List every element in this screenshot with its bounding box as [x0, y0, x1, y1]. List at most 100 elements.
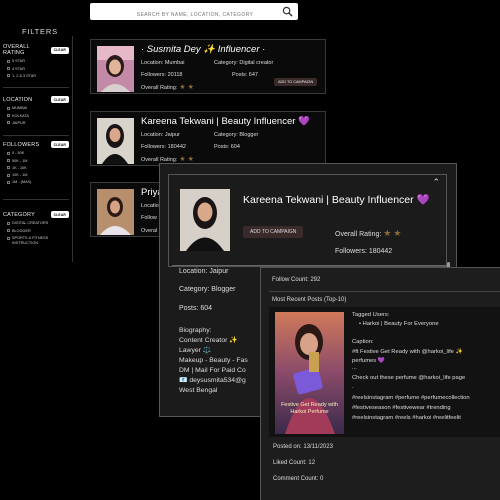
caption-line: #festiveseason #festivewear #trending — [352, 405, 451, 411]
location-text: Location: Jaipur — [141, 132, 180, 138]
star-icon: ★ — [187, 84, 194, 91]
post-image[interactable]: Festive Get Ready with Harkoi Perfume — [275, 312, 344, 434]
star-icon: ★ — [179, 156, 186, 163]
caption-line: . — [352, 384, 354, 390]
filter-option[interactable]: 1K - 10K — [7, 166, 69, 170]
checkbox-icon[interactable] — [7, 59, 10, 63]
filter-option[interactable]: JAIPUR — [7, 121, 69, 125]
tagged-users-label: Tagged Users: — [352, 312, 390, 318]
caption-line: ... — [352, 365, 357, 371]
search-bar[interactable] — [90, 3, 298, 24]
caption-line: #ft Festive Get Ready with @harkoi_life … — [352, 349, 463, 355]
caption-line: #reelsinstagram #reels #harkoi #reelitfe… — [352, 415, 461, 421]
category-text: Category: Blogger — [179, 286, 236, 293]
search-icon[interactable] — [282, 6, 293, 17]
location-text: Location: Jaipur — [179, 268, 229, 275]
followers-text: Followers: 180442 — [141, 144, 186, 150]
filter-option[interactable]: MUMBAI — [7, 106, 69, 110]
post-image-caption: Festive Get Ready with Harkoi Perfume — [281, 402, 338, 415]
influencer-name[interactable]: · Susmita Dey ✨ Influencer · — [141, 44, 265, 55]
influencer-name[interactable]: Kareena Tekwani | Beauty Influencer 💜 — [141, 116, 310, 127]
filter-divider — [3, 199, 69, 200]
overall-rating: Overall Rating: ★ ★ — [141, 156, 194, 163]
filter-title-location: LOCATION — [3, 96, 33, 103]
add-to-campaign-button[interactable]: ADD TO CAMPAIGN — [243, 226, 304, 238]
filter-option[interactable]: DIGITAL CREATORS — [7, 221, 69, 225]
overall-rating: Overall Rating: ★ ★ — [335, 228, 402, 238]
followers-text: Follow — [141, 215, 157, 221]
filter-divider — [3, 135, 69, 136]
post-item[interactable]: Festive Get Ready with Harkoi Perfume Ta… — [269, 307, 500, 437]
clear-category-button[interactable]: CLEAR — [50, 211, 69, 218]
star-icon: ★ — [179, 84, 186, 91]
checkbox-icon[interactable] — [7, 173, 10, 177]
filter-sidebar: FILTERS OVERALL RATING CLEAR 5 STAR 4 STA… — [0, 0, 72, 500]
caption-line: Check out these perfume @harkoi_life pag… — [352, 375, 466, 381]
caption-line: #reelsinstagram #perfume #perfumecollect… — [352, 395, 470, 401]
filter-title-followers: FOLLOWERS — [3, 141, 40, 148]
influencer-card[interactable]: Kareena Tekwani | Beauty Influencer 💜 Lo… — [90, 111, 326, 166]
filter-option[interactable]: 1, 2 & 3 STAR — [7, 74, 69, 78]
filter-group-location: LOCATION CLEAR MUMBAI KOLKATA JAIPUR — [3, 96, 69, 125]
avatar — [97, 46, 134, 92]
posts-text: Posts: 604 — [214, 144, 240, 150]
follow-count: Follow Count: 292 — [272, 277, 321, 283]
liked-count: Liked Count: 12 — [273, 460, 316, 466]
overall-rating: Overal — [141, 228, 158, 234]
search-input[interactable] — [90, 6, 270, 24]
profile-name: Kareena Tekwani | Beauty Influencer 💜 — [243, 194, 430, 206]
checkbox-icon[interactable] — [7, 151, 10, 155]
star-icon: ★ — [393, 228, 402, 238]
filters-title: FILTERS — [22, 27, 58, 36]
filter-option[interactable]: KOLKATA — [7, 114, 69, 118]
checkbox-icon[interactable] — [7, 166, 10, 170]
posted-on: Posted on: 13/11/2023 — [273, 444, 333, 450]
followers-text: Followers: 20118 — [141, 72, 183, 78]
tagged-user: • Harkoi | Beauty For Everyone — [359, 321, 439, 327]
checkbox-icon[interactable] — [7, 180, 10, 184]
location-text: Location: Mumbai — [141, 60, 185, 66]
filter-option[interactable]: 5 STAR — [7, 59, 69, 63]
recent-posts-title: Most Recent Posts (Top-10) — [272, 297, 347, 303]
filter-option[interactable]: 50K - 1M — [7, 159, 69, 163]
checkbox-icon[interactable] — [7, 221, 10, 225]
checkbox-icon[interactable] — [7, 74, 10, 78]
filter-divider — [3, 87, 69, 88]
checkbox-icon[interactable] — [7, 229, 10, 233]
overall-rating: Overall Rating: ★ ★ — [141, 84, 194, 91]
profile-header: ⌃ Kareena Tekwani | Beauty Influencer 💜 … — [168, 174, 447, 267]
caption-line: perfumes 💜 — [352, 358, 385, 364]
chevron-up-icon[interactable]: ⌃ — [432, 177, 440, 188]
filter-group-rating: OVERALL RATING CLEAR 5 STAR 4 STAR 1, 2 &… — [3, 44, 69, 78]
star-icon: ★ — [383, 228, 392, 238]
checkbox-icon[interactable] — [7, 121, 10, 125]
biography: Biography: Content Creator ✨ Lawyer ⚖️ M… — [179, 327, 248, 394]
filter-option[interactable]: SPORTS & FITNESS INSTRUCTION — [7, 236, 69, 246]
add-to-campaign-button[interactable]: ADD TO CAMPAIGN — [274, 78, 318, 86]
influencer-card[interactable]: · Susmita Dey ✨ Influencer · Location: M… — [90, 39, 326, 94]
caption-label: Caption: — [352, 339, 374, 345]
checkbox-icon[interactable] — [7, 106, 10, 110]
star-icon: ★ — [187, 156, 194, 163]
clear-rating-button[interactable]: CLEAR — [50, 46, 69, 54]
clear-location-button[interactable]: CLEAR — [50, 96, 69, 103]
filter-option[interactable]: BLOGGER — [7, 229, 69, 233]
checkbox-icon[interactable] — [7, 114, 10, 118]
checkbox-icon[interactable] — [7, 236, 10, 240]
filter-title-category: CATEGORY — [3, 211, 35, 218]
filter-option[interactable]: 4 STAR — [7, 67, 69, 71]
filter-title-rating: OVERALL RATING — [3, 44, 30, 56]
filter-option[interactable]: 0 - 50K — [7, 151, 69, 155]
posts-panel: Follow Count: 292 Most Recent Posts (Top… — [260, 267, 500, 500]
divider — [172, 265, 447, 266]
filter-option[interactable]: 10K - 1M — [7, 173, 69, 177]
posts-text: Posts: 604 — [179, 305, 213, 312]
checkbox-icon[interactable] — [7, 159, 10, 163]
filter-option[interactable]: 1M - (MAX) — [7, 180, 69, 184]
divider — [269, 291, 500, 292]
avatar — [97, 189, 134, 235]
filter-group-category: CATEGORY CLEAR DIGITAL CREATORS BLOGGER S… — [3, 211, 69, 246]
checkbox-icon[interactable] — [7, 67, 10, 71]
clear-followers-button[interactable]: CLEAR — [50, 141, 69, 148]
avatar — [97, 118, 134, 164]
